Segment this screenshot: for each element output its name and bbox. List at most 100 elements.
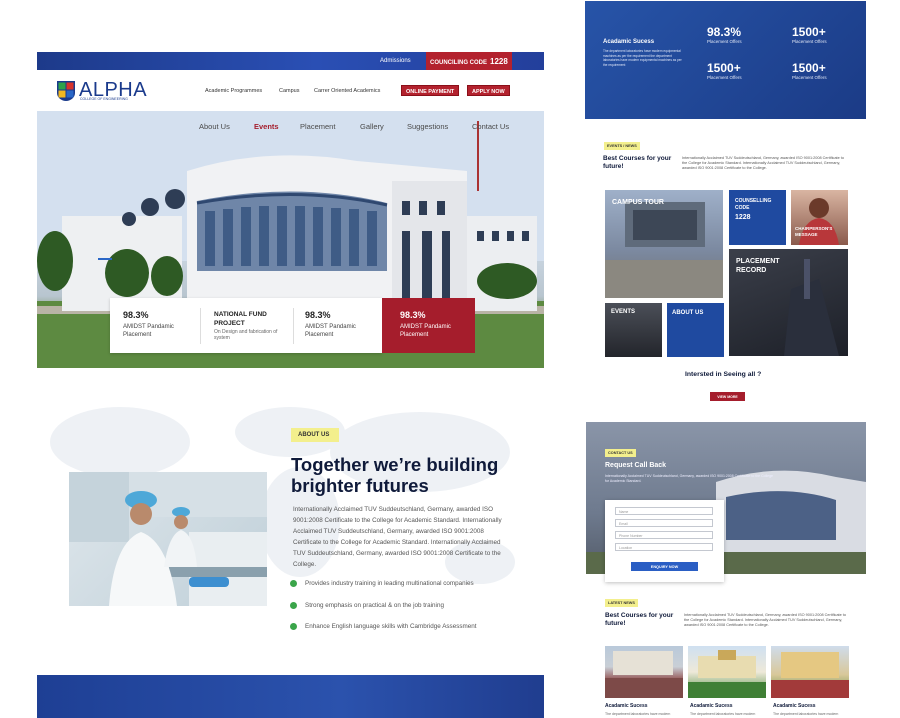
feature-text: Enhance English language skills with Cam… bbox=[305, 623, 477, 631]
figure-value: 98.3% bbox=[707, 25, 742, 39]
check-icon bbox=[290, 602, 297, 609]
campus-tour-tile[interactable]: CAMPUS TOUR bbox=[605, 190, 723, 298]
academic-title: Acadamic Sucess bbox=[603, 39, 655, 45]
stat-value: NATIONAL FUND PROJECT bbox=[214, 311, 267, 327]
online-payment-button[interactable]: ONLINE PAYMENT bbox=[401, 85, 460, 96]
latest-courses-text: Internationally Acclaimed TUV Suddeutsch… bbox=[684, 613, 846, 627]
about-description: Internationally Acclaimed TUV Suddeutsch… bbox=[293, 506, 502, 568]
news-card-image[interactable] bbox=[771, 646, 849, 698]
best-courses-heading: Best Courses for your future! bbox=[603, 155, 672, 170]
best-courses-text: Internationally Acclaimed TUV Suddeutsch… bbox=[682, 156, 844, 170]
apply-now-button[interactable]: APPLY NOW bbox=[467, 85, 510, 96]
news-card-image[interactable] bbox=[688, 646, 766, 698]
feature-text: Strong emphasis on practical & on the jo… bbox=[305, 602, 444, 610]
nav-academic-programmes[interactable]: Academic Programmes bbox=[205, 88, 262, 94]
feature-item: Provides industry training in leading mu… bbox=[290, 580, 474, 587]
stat-value: 98.3% bbox=[400, 310, 426, 320]
about-tag: ABOUT US bbox=[291, 428, 339, 442]
feature-item: Enhance English language skills with Cam… bbox=[290, 623, 477, 630]
name-input[interactable]: Name bbox=[615, 507, 713, 515]
stat-item: 98.3% AMIDST Pandamic Placement bbox=[305, 310, 380, 339]
placement-tile[interactable]: PLACEMENT RECORD bbox=[729, 249, 848, 356]
tile-label: ABOUT US bbox=[672, 310, 704, 316]
about-heading: Together we’re building brighter futures bbox=[291, 454, 499, 496]
stat-label: On Design and fabrication of system bbox=[214, 329, 278, 341]
events-tile[interactable]: EVENTS bbox=[605, 303, 662, 357]
interested-text: Intersted in Seeing all ? bbox=[685, 371, 762, 378]
phone-input[interactable]: Phone Number bbox=[615, 531, 713, 539]
college-crest-icon[interactable] bbox=[56, 80, 76, 102]
news-card-text: The department laboratories have modern bbox=[690, 712, 756, 716]
figure-label: Placement Offers bbox=[707, 75, 742, 80]
counselling-code: 1228 bbox=[490, 57, 508, 66]
academic-text: The department laboratories have modern … bbox=[603, 49, 682, 67]
stat-highlight: 98.3% AMIDST Pandamic Placement bbox=[382, 298, 475, 353]
stats-strip: 98.3% AMIDST Pandamic Placement NATIONAL… bbox=[110, 298, 382, 353]
news-card-text: The department laboratories have modern bbox=[773, 712, 839, 716]
enquiry-now-button[interactable]: ENQUIRY NOW bbox=[631, 562, 698, 571]
stat-item: 98.3% AMIDST Pandamic Placement bbox=[123, 310, 198, 339]
news-card-text: The department laboratories have modern bbox=[605, 712, 671, 716]
hero-nav-about[interactable]: About Us bbox=[199, 122, 230, 131]
figure-label: Placement Offers bbox=[707, 39, 742, 44]
check-icon bbox=[290, 623, 297, 630]
admissions-link[interactable]: Admissions bbox=[380, 58, 411, 64]
view-more-button[interactable]: VIEW MORE bbox=[710, 392, 745, 401]
tile-label: CAMPUS TOUR bbox=[612, 199, 664, 206]
contact-tag: CONTACT US bbox=[605, 449, 636, 457]
chairperson-tile[interactable]: CHAIRPERSON'S MESSAGE bbox=[791, 190, 848, 245]
about-tile[interactable]: ABOUT US bbox=[667, 303, 724, 357]
feature-text: Provides industry training in leading mu… bbox=[305, 580, 474, 588]
feature-item: Strong emphasis on practical & on the jo… bbox=[290, 602, 444, 609]
lab-photo bbox=[69, 472, 267, 606]
news-card-title[interactable]: Acadamic Sucess bbox=[773, 703, 816, 709]
stat-label: AMIDST Pandamic Placement bbox=[400, 324, 451, 338]
figure-item: 1500+ Placement Offers bbox=[792, 61, 827, 80]
slider-indicator[interactable] bbox=[98, 258, 112, 260]
hero-nav-suggestions[interactable]: Suggestions bbox=[407, 122, 448, 131]
figure-item: 1500+ Placement Offers bbox=[707, 61, 742, 80]
nav-campus[interactable]: Campus bbox=[279, 88, 299, 94]
news-card-image[interactable] bbox=[605, 646, 683, 698]
tile-label: EVENTS bbox=[611, 309, 636, 315]
counselling-tile[interactable]: COUNSELLING CODE 1228 bbox=[729, 190, 786, 245]
stat-value: 98.3% bbox=[305, 310, 331, 320]
check-icon bbox=[290, 580, 297, 587]
stat-item: NATIONAL FUND PROJECT On Design and fabr… bbox=[214, 310, 292, 341]
hero-nav-contact[interactable]: Contact Us bbox=[472, 122, 509, 131]
counselling-label: COUNCILING CODE bbox=[430, 60, 487, 66]
figure-value: 1500+ bbox=[792, 25, 826, 39]
figure-item: 98.3% Placement Offers bbox=[707, 25, 742, 44]
stat-label: AMIDST Pandamic Placement bbox=[123, 324, 174, 338]
figure-value: 1500+ bbox=[792, 61, 826, 75]
news-card-title[interactable]: Acadamic Sucess bbox=[605, 703, 648, 709]
academic-success-panel: Acadamic Sucess The department laborator… bbox=[585, 1, 866, 119]
hero-nav-gallery[interactable]: Gallery bbox=[360, 122, 384, 131]
tile-code: 1228 bbox=[735, 214, 751, 221]
stat-value: 98.3% bbox=[123, 310, 149, 320]
brand-subtitle: COLLEGE OF ENGINEERING bbox=[80, 97, 128, 101]
divider bbox=[200, 308, 201, 344]
news-card-title[interactable]: Acadamic Sucess bbox=[690, 703, 733, 709]
latest-news-tag: LATEST NEWS bbox=[605, 599, 638, 607]
figure-label: Placement Offers bbox=[792, 39, 827, 44]
contact-text: Internationally Acclaimed TUV Suddeutsch… bbox=[605, 474, 773, 483]
stat-label: AMIDST Pandamic Placement bbox=[305, 324, 356, 338]
hero-nav-placement[interactable]: Placement bbox=[300, 122, 335, 131]
counselling-code-badge: COUNCILING CODE 1228 bbox=[426, 52, 512, 70]
tile-label: COUNSELLING CODE bbox=[735, 198, 772, 211]
divider bbox=[293, 308, 294, 344]
figure-value: 1500+ bbox=[707, 61, 741, 75]
tile-label: CHAIRPERSON'S MESSAGE bbox=[795, 226, 833, 237]
figure-item: 1500+ Placement Offers bbox=[792, 25, 827, 44]
location-input[interactable]: Location bbox=[615, 543, 713, 551]
hero-nav-events[interactable]: Events bbox=[254, 122, 279, 131]
email-input[interactable]: Email bbox=[615, 519, 713, 527]
events-tag: EVENTS / NEWS bbox=[604, 142, 640, 150]
figure-label: Placement Offers bbox=[792, 75, 827, 80]
bottom-banner bbox=[37, 675, 544, 718]
request-callback-title: Request Call Back bbox=[605, 462, 667, 469]
latest-courses-heading: Best Courses for your future! bbox=[605, 612, 674, 627]
nav-career-oriented[interactable]: Carrer Oriented Academics bbox=[314, 88, 380, 94]
tile-label: PLACEMENT RECORD bbox=[736, 258, 780, 274]
